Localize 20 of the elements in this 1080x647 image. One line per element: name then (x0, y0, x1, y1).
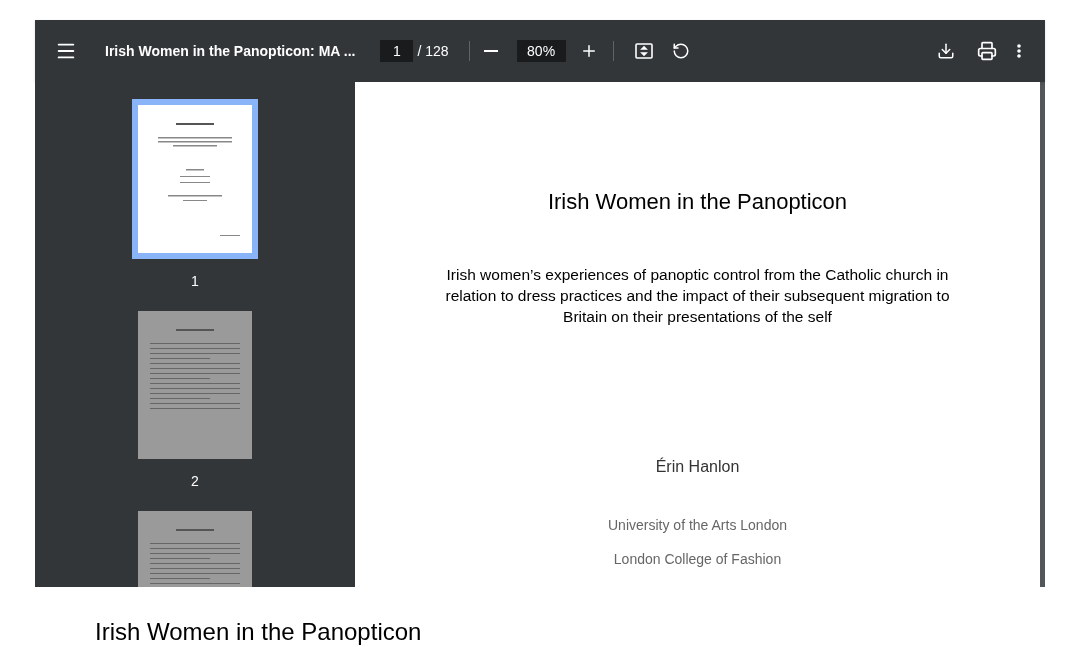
print-button[interactable] (977, 41, 997, 61)
page-title: Irish Women in the Panopticon (547, 188, 848, 216)
page-thumbnail[interactable] (132, 99, 258, 259)
institution-name: University of the Arts London (608, 516, 787, 535)
author-name: Érin Hanlon (655, 456, 740, 477)
minus-icon (483, 50, 498, 52)
page-thumbnail[interactable] (138, 311, 252, 459)
rotate-button[interactable] (671, 42, 690, 60)
download-button[interactable] (937, 42, 955, 60)
page-number-field[interactable]: 1 (380, 40, 414, 62)
zoom-field[interactable]: 80% (516, 40, 566, 62)
fit-page-button[interactable] (633, 41, 654, 61)
page-number-label: 2 (191, 472, 199, 491)
document-title: Irish Women in the Panopticon: MA ... (105, 41, 356, 61)
page-subtitle: Irish women’s experiences of panoptic control from the Catholic church in relation to dress practices and the impact of their subsequent migration to Britain on their presentations of the self (444, 265, 951, 327)
page-count: / 128 (417, 41, 449, 61)
page-number-label: 1 (191, 272, 199, 291)
caption-title: Irish Women in the Panopticon (95, 617, 422, 647)
more-options-icon (1017, 44, 1021, 58)
institution-name: London College of Fashion (613, 550, 782, 569)
